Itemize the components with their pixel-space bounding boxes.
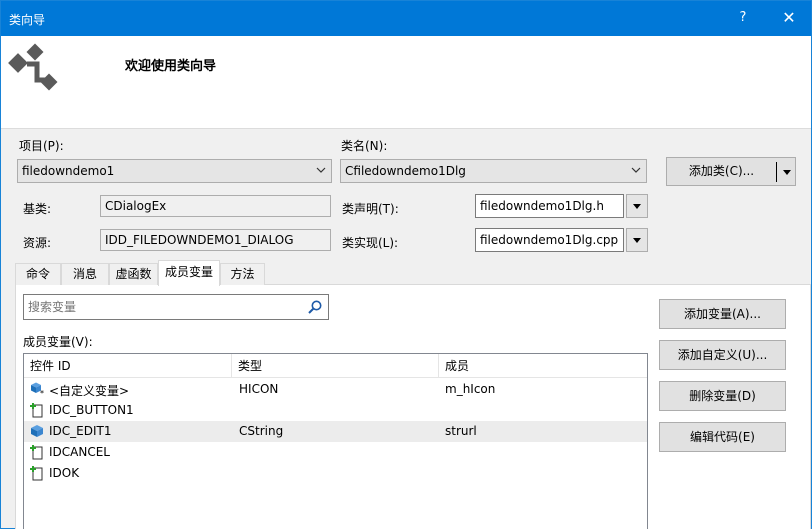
- chevron-down-icon: [316, 167, 326, 173]
- classname-value: Cfiledowndemo1Dlg: [345, 164, 466, 178]
- row-control-id: IDC_BUTTON1: [49, 403, 134, 417]
- custom-variable-icon: *: [31, 382, 44, 397]
- class-impl-label: 类实现(L):: [342, 236, 399, 250]
- delete-variable-button[interactable]: 删除变量(D): [659, 381, 786, 411]
- chevron-down-icon: [631, 167, 641, 173]
- variable-icon: [31, 425, 43, 437]
- row-control-id: IDC_EDIT1: [49, 424, 112, 438]
- class-impl-dropdown-button[interactable]: [626, 228, 648, 252]
- control-id-icon: [30, 445, 43, 460]
- add-custom-button[interactable]: 添加自定义(U)...: [659, 340, 786, 370]
- control-id-icon: [30, 403, 43, 418]
- class-impl-field[interactable]: filedowndemo1Dlg.cpp: [475, 228, 624, 252]
- classname-label: 类名(N):: [341, 139, 388, 153]
- control-id-icon: [30, 466, 43, 481]
- search-input[interactable]: [24, 295, 304, 319]
- dropdown-arrow-icon[interactable]: [783, 170, 791, 175]
- row-type: CString: [239, 424, 284, 438]
- split-divider: [776, 162, 777, 182]
- row-member: m_hIcon: [445, 382, 496, 396]
- classname-combobox[interactable]: Cfiledowndemo1Dlg: [340, 159, 647, 183]
- row-control-id: <自定义变量>: [49, 384, 130, 398]
- project-label: 项目(P):: [19, 139, 64, 153]
- window-title: 类向导: [9, 13, 46, 27]
- row-member: strurl: [445, 424, 477, 438]
- column-header-member[interactable]: 成员: [439, 354, 647, 378]
- base-class-field: CDialogEx: [100, 195, 331, 217]
- member-variables-label: 成员变量(V):: [23, 335, 93, 349]
- add-class-split-button[interactable]: 添加类(C)...: [666, 157, 796, 186]
- tab-member-variables[interactable]: 成员变量: [158, 260, 220, 286]
- base-class-label: 基类:: [23, 202, 52, 216]
- welcome-heading: 欢迎使用类向导: [125, 59, 217, 74]
- wizard-header: 欢迎使用类向导: [1, 36, 811, 129]
- project-value: filedowndemo1: [22, 164, 115, 178]
- tab-virtual-functions[interactable]: 虚函数: [109, 263, 158, 285]
- column-header-type[interactable]: 类型: [232, 354, 439, 378]
- class-decl-field[interactable]: filedowndemo1Dlg.h: [475, 194, 624, 218]
- resource-label: 资源:: [23, 236, 52, 250]
- close-button[interactable]: ✕: [771, 5, 807, 31]
- resource-field: IDD_FILEDOWNDEMO1_DIALOG: [100, 229, 331, 251]
- table-row[interactable]: * <自定义变量> HICON m_hIcon: [24, 379, 647, 400]
- search-icon[interactable]: [307, 299, 323, 315]
- table-row[interactable]: IDOK: [24, 463, 647, 484]
- svg-text:*: *: [40, 389, 44, 397]
- add-class-label[interactable]: 添加类(C)...: [667, 158, 776, 185]
- list-header: 控件 ID 类型 成员: [24, 354, 647, 378]
- class-impl-value: filedowndemo1Dlg.cpp: [480, 233, 619, 247]
- add-variable-button[interactable]: 添加变量(A)...: [659, 299, 786, 329]
- class-decl-value: filedowndemo1Dlg.h: [480, 199, 604, 213]
- row-control-id: IDCANCEL: [49, 445, 110, 459]
- class-decl-dropdown-button[interactable]: [626, 194, 648, 218]
- tab-messages[interactable]: 消息: [61, 263, 109, 285]
- dropdown-arrow-icon: [633, 238, 641, 243]
- table-row[interactable]: IDC_BUTTON1: [24, 400, 647, 421]
- help-button[interactable]: ?: [728, 5, 758, 31]
- class-wizard-logo-icon: [8, 43, 58, 91]
- dropdown-arrow-icon: [633, 204, 641, 209]
- row-control-id: IDOK: [49, 466, 80, 480]
- table-row[interactable]: IDCANCEL: [24, 442, 647, 463]
- edit-code-button[interactable]: 编辑代码(E): [659, 422, 786, 452]
- table-row[interactable]: IDC_EDIT1 CString strurl: [24, 421, 647, 442]
- tab-methods[interactable]: 方法: [220, 263, 265, 285]
- search-variables-box[interactable]: [23, 294, 329, 320]
- row-type: HICON: [239, 382, 279, 396]
- title-bar[interactable]: 类向导 ? ✕: [1, 1, 811, 36]
- tab-commands[interactable]: 命令: [15, 263, 61, 285]
- member-variables-list[interactable]: 控件 ID 类型 成员 * <自定义变量> HICON m_hIcon IDC_…: [23, 353, 648, 529]
- resource-value: IDD_FILEDOWNDEMO1_DIALOG: [105, 233, 294, 247]
- project-combobox[interactable]: filedowndemo1: [17, 159, 332, 183]
- base-class-value: CDialogEx: [105, 199, 167, 213]
- class-decl-label: 类声明(T):: [342, 202, 399, 216]
- class-wizard-window: 类向导 ? ✕ 欢迎使用类向导 项目(P): filedowndemo1 类名(…: [0, 0, 812, 529]
- column-header-control-id[interactable]: 控件 ID: [24, 354, 232, 378]
